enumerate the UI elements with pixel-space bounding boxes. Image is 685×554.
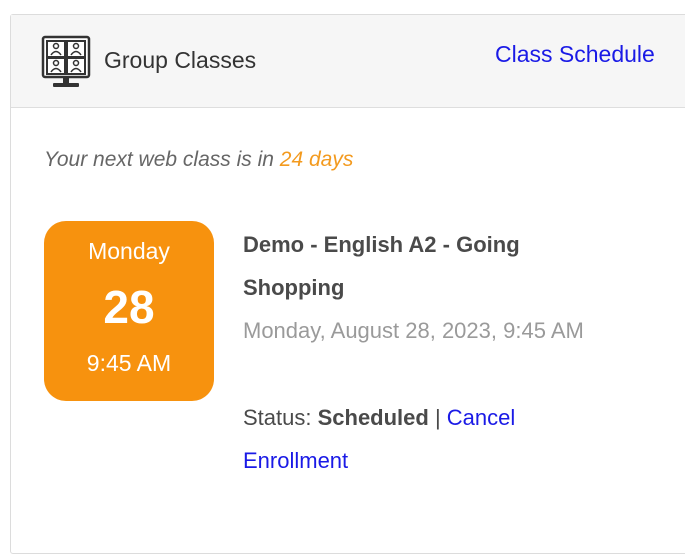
status-value: Scheduled: [317, 405, 429, 430]
group-classes-icon: [41, 35, 91, 87]
date-badge: Monday 28 9:45 AM: [44, 221, 214, 401]
class-info: Demo - English A2 - Going Shopping Monda…: [243, 223, 593, 482]
next-class-notice: Your next web class is in 24 days: [44, 145, 353, 175]
badge-weekday: Monday: [88, 238, 170, 264]
group-classes-card: Group Classes Class Schedule Your next w…: [10, 14, 685, 554]
card-header: Group Classes Class Schedule: [11, 15, 685, 108]
class-schedule-link[interactable]: Class Schedule: [495, 39, 655, 69]
status-label: Status:: [243, 405, 318, 430]
next-class-prefix: Your next web class is in: [44, 148, 280, 171]
card-title: Group Classes: [104, 47, 257, 73]
class-title: Demo - English A2 - Going Shopping: [243, 232, 520, 300]
class-datetime: Monday, August 28, 2023, 9:45 AM: [243, 318, 584, 343]
class-status: Status: Scheduled | Cancel Enrollment: [243, 396, 593, 482]
badge-time: 9:45 AM: [86, 350, 172, 376]
status-separator: |: [428, 405, 447, 430]
next-class-days: 24 days: [279, 148, 354, 171]
badge-day-number: 28: [103, 281, 155, 333]
